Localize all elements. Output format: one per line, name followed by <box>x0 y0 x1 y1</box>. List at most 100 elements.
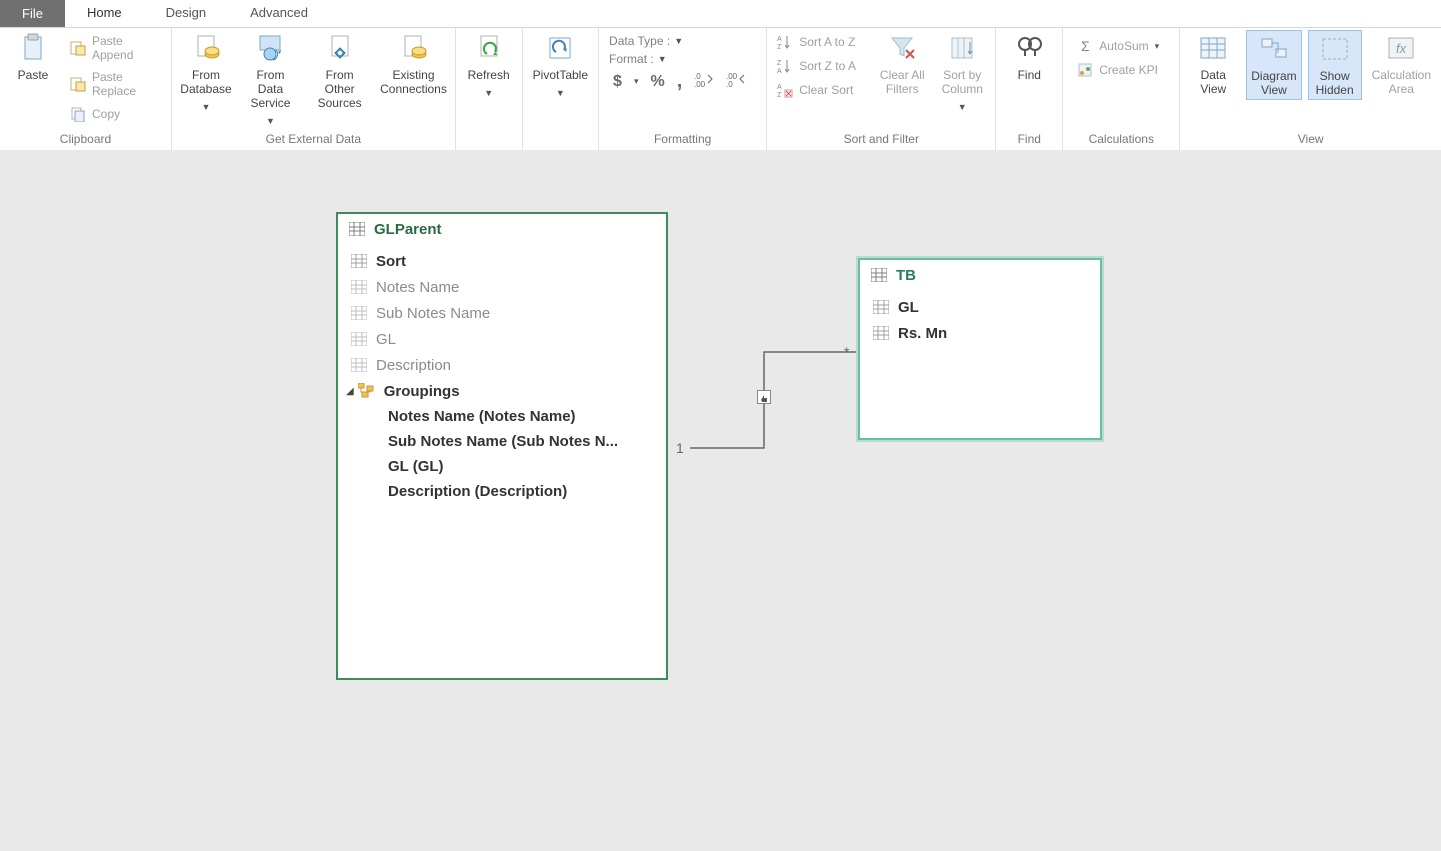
group-external: From Database ▼ From Data Service ▼ From… <box>172 28 456 150</box>
field-gl[interactable]: GL <box>344 326 660 352</box>
field-label: Description <box>376 357 451 374</box>
show-hidden-button[interactable]: Show Hidden <box>1308 30 1362 100</box>
field-label: Rs. Mn <box>898 325 947 342</box>
collapse-icon[interactable]: ◢ <box>346 386 354 397</box>
cardinality-one-label: 1 <box>676 440 684 456</box>
currency-icon[interactable]: $ <box>613 73 622 91</box>
group-view: Data View Diagram View Show Hidden fx Ca… <box>1180 28 1441 150</box>
comma-icon[interactable]: , <box>677 70 683 93</box>
paste-replace-label: Paste Replace <box>92 70 161 98</box>
percent-icon[interactable]: % <box>650 73 664 91</box>
clear-sort-button[interactable]: AZ Clear Sort <box>773 80 869 100</box>
pivottable-button[interactable]: PivotTable ▼ <box>529 30 592 102</box>
group-sort-filter: AZ Sort A to Z ZA Sort Z to A AZ Clear S… <box>767 28 996 150</box>
hier-level[interactable]: Notes Name (Notes Name) <box>344 404 660 429</box>
refresh-button[interactable]: Refresh ▼ <box>462 30 516 102</box>
data-view-button[interactable]: Data View <box>1186 30 1240 98</box>
field-description[interactable]: Description <box>344 352 660 378</box>
paste-button[interactable]: Paste <box>6 30 60 84</box>
paste-label: Paste <box>18 68 49 82</box>
group-sort-filter-label: Sort and Filter <box>773 130 989 148</box>
table-card-tb[interactable]: TB GL Rs. Mn <box>858 258 1102 440</box>
svg-text:.0: .0 <box>726 80 733 87</box>
dropdown-caret-icon[interactable]: ▼ <box>674 36 683 46</box>
diagram-canvas[interactable]: GLParent Sort Notes Name Sub Notes Name <box>0 150 1441 851</box>
from-data-service-button[interactable]: From Data Service ▼ <box>240 30 301 130</box>
field-gl[interactable]: GL <box>866 294 1094 320</box>
pivottable-icon <box>544 32 576 64</box>
other-sources-icon <box>324 32 356 64</box>
svg-text:fx: fx <box>1396 41 1407 56</box>
copy-label: Copy <box>92 107 120 121</box>
tabbar: File Home Design Advanced <box>0 0 1441 28</box>
group-calculations: Σ AutoSum ▾ Create KPI Calculations <box>1063 28 1180 150</box>
tab-design[interactable]: Design <box>144 0 228 27</box>
hier-level[interactable]: Description (Description) <box>344 479 660 504</box>
data-view-label: Data View <box>1200 68 1226 96</box>
create-kpi-button[interactable]: Create KPI <box>1073 60 1169 80</box>
from-data-service-label: From Data Service <box>244 68 297 110</box>
calculation-area-label: Calculation Area <box>1372 68 1431 96</box>
increase-decimal-icon[interactable]: .0.00 <box>694 71 714 92</box>
find-button[interactable]: Find <box>1002 30 1056 84</box>
hierarchy-label: Groupings <box>384 383 460 400</box>
hierarchy-groupings[interactable]: ◢ Groupings <box>344 378 660 404</box>
dropdown-caret-icon[interactable]: ▼ <box>658 54 667 64</box>
from-database-label: From Database <box>180 68 231 96</box>
decrease-decimal-icon[interactable]: .00.0 <box>726 71 746 92</box>
field-rs-mn[interactable]: Rs. Mn <box>866 320 1094 346</box>
field-sub-notes-name[interactable]: Sub Notes Name <box>344 300 660 326</box>
clear-all-filters-label: Clear All Filters <box>880 68 925 96</box>
tab-home[interactable]: Home <box>65 0 144 27</box>
sort-ztoa-button[interactable]: ZA Sort Z to A <box>773 56 869 76</box>
field-sort[interactable]: Sort <box>344 248 660 274</box>
autosum-icon: Σ <box>1077 38 1093 54</box>
refresh-label: Refresh <box>468 68 510 82</box>
clear-all-filters-button[interactable]: Clear All Filters <box>875 30 929 98</box>
diagram-view-button[interactable]: Diagram View <box>1246 30 1301 100</box>
sort-by-column-label: Sort by Column <box>942 68 983 96</box>
dropdown-caret-icon: ▼ <box>202 100 211 114</box>
column-icon <box>350 304 368 322</box>
calculation-area-button[interactable]: fx Calculation Area <box>1368 30 1435 98</box>
sort-az-icon: AZ <box>777 34 793 50</box>
show-hidden-label: Show Hidden <box>1316 69 1354 97</box>
tab-advanced[interactable]: Advanced <box>228 0 330 27</box>
hierarchy-icon <box>358 382 376 400</box>
dropdown-caret-icon[interactable]: ▾ <box>634 76 639 87</box>
ribbon: Paste Paste Append Paste Replace Copy <box>0 28 1441 150</box>
from-other-sources-button[interactable]: From Other Sources <box>307 30 372 112</box>
table-title: GLParent <box>374 221 442 238</box>
column-icon <box>350 330 368 348</box>
svg-text:A: A <box>777 36 782 43</box>
clear-filters-icon <box>886 32 918 64</box>
hier-level[interactable]: GL (GL) <box>344 454 660 479</box>
cardinality-many-label: * <box>844 344 849 360</box>
paste-append-button[interactable]: Paste Append <box>66 32 165 64</box>
database-icon <box>190 32 222 64</box>
tab-file[interactable]: File <box>0 0 65 27</box>
group-find-label: Find <box>1002 130 1056 148</box>
dropdown-caret-icon: ▼ <box>958 100 967 114</box>
sort-by-column-button[interactable]: Sort by Column ▼ <box>935 30 989 116</box>
relationship-direction-icon[interactable] <box>757 390 771 404</box>
paste-replace-button[interactable]: Paste Replace <box>66 68 165 100</box>
dropdown-caret-icon: ▼ <box>556 86 565 100</box>
table-icon <box>870 266 888 284</box>
existing-connections-button[interactable]: Existing Connections <box>378 30 448 98</box>
autosum-button[interactable]: Σ AutoSum ▾ <box>1073 36 1169 56</box>
existing-connections-label: Existing Connections <box>380 68 447 96</box>
from-database-button[interactable]: From Database ▼ <box>178 30 234 116</box>
diagram-view-label: Diagram View <box>1251 69 1296 97</box>
datatype-label: Data Type : <box>609 34 670 48</box>
find-label: Find <box>1018 68 1041 82</box>
table-icon <box>348 220 366 238</box>
table-card-glparent[interactable]: GLParent Sort Notes Name Sub Notes Name <box>336 212 668 680</box>
hier-level[interactable]: Sub Notes Name (Sub Notes N... <box>344 429 660 454</box>
field-notes-name[interactable]: Notes Name <box>344 274 660 300</box>
hier-level-label: Notes Name (Notes Name) <box>388 408 576 425</box>
copy-button[interactable]: Copy <box>66 104 165 124</box>
column-icon <box>872 324 890 342</box>
field-label: Sub Notes Name <box>376 305 490 322</box>
sort-atoz-button[interactable]: AZ Sort A to Z <box>773 32 869 52</box>
